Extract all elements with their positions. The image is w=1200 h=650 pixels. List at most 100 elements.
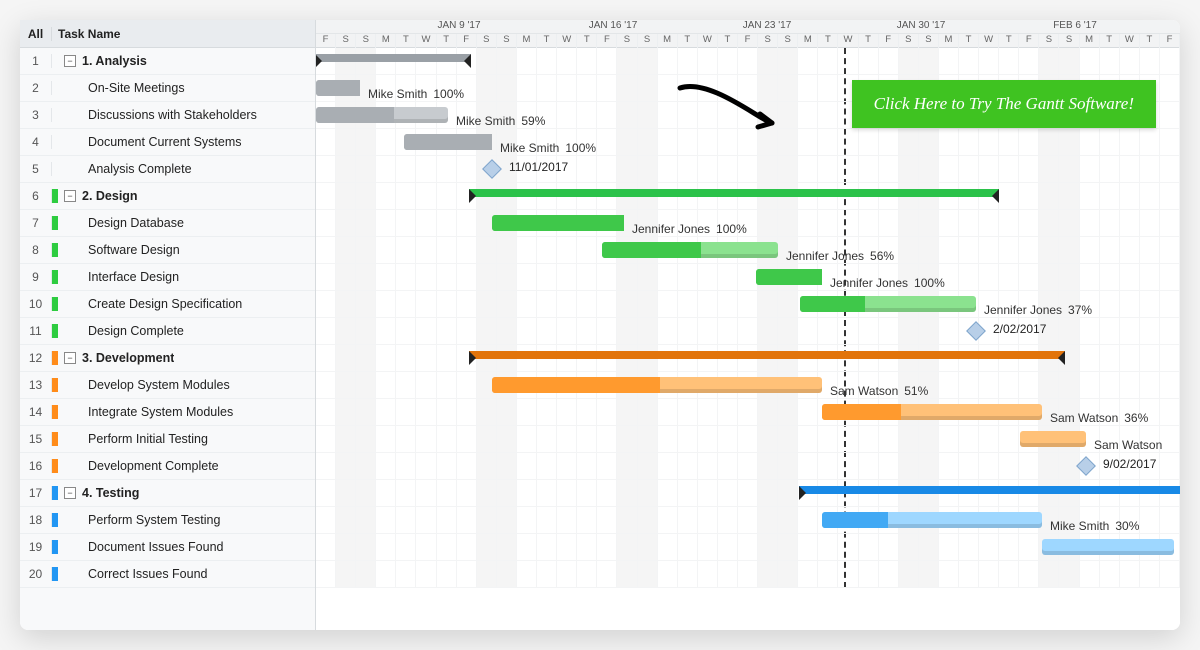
summary-bar[interactable]	[470, 189, 998, 197]
col-header-all[interactable]: All	[20, 27, 52, 41]
day-label: T	[678, 34, 698, 48]
task-bar[interactable]: Jennifer Jones56%	[602, 242, 778, 258]
day-label: S	[638, 34, 658, 48]
task-row[interactable]: 14Integrate System Modules	[20, 399, 315, 426]
task-row[interactable]: 2On-Site Meetings	[20, 75, 315, 102]
task-name-cell: Development Complete	[52, 459, 219, 473]
assignee-name: Jennifer Jones	[830, 276, 908, 290]
task-bar[interactable]: Sam Watson36%	[822, 404, 1042, 420]
task-name-cell: On-Site Meetings	[52, 81, 185, 95]
task-row[interactable]: 16Development Complete	[20, 453, 315, 480]
row-number: 5	[20, 162, 52, 176]
row-number: 18	[20, 513, 52, 527]
task-name-cell: Create Design Specification	[52, 297, 242, 311]
task-row[interactable]: 5Analysis Complete	[20, 156, 315, 183]
day-label: S	[497, 34, 517, 48]
week-label: JAN 9 '17	[382, 20, 536, 33]
collapse-button[interactable]: −	[64, 352, 76, 364]
milestone-date: 9/02/2017	[1103, 457, 1156, 471]
assignee-name: Jennifer Jones	[984, 303, 1062, 317]
task-row[interactable]: 1−1. Analysis	[20, 48, 315, 75]
task-row[interactable]: 17−4. Testing	[20, 480, 315, 507]
summary-bar[interactable]	[470, 351, 1064, 359]
summary-bar[interactable]	[800, 486, 1180, 494]
assignee-name: Jennifer Jones	[786, 249, 864, 263]
task-row[interactable]: 19Document Issues Found	[20, 534, 315, 561]
task-bar[interactable]: Sam Watson51%	[492, 377, 822, 393]
collapse-button[interactable]: −	[64, 55, 76, 67]
task-progress	[822, 404, 901, 420]
task-progress	[316, 107, 394, 123]
row-number: 8	[20, 243, 52, 257]
milestone-diamond[interactable]	[482, 159, 502, 179]
col-header-task-name[interactable]: Task Name	[52, 27, 315, 41]
task-row[interactable]: 7Design Database	[20, 210, 315, 237]
day-label: W	[1120, 34, 1140, 48]
task-row[interactable]: 15Perform Initial Testing	[20, 426, 315, 453]
week-label: FEB 13 '17	[1152, 20, 1180, 33]
task-row[interactable]: 4Document Current Systems	[20, 129, 315, 156]
task-name-cell: 2. Design	[76, 189, 138, 203]
timeline-row	[316, 183, 1180, 210]
week-label: FEB 6 '17	[998, 20, 1152, 33]
day-label: M	[939, 34, 959, 48]
row-number: 12	[20, 351, 52, 365]
milestone-diamond[interactable]	[1076, 456, 1096, 476]
task-name-cell: Design Complete	[52, 324, 184, 338]
week-label: JAN 30 '17	[844, 20, 998, 33]
row-number: 19	[20, 540, 52, 554]
day-label: S	[1039, 34, 1059, 48]
progress-percent: 100%	[716, 222, 747, 236]
day-label: T	[577, 34, 597, 48]
row-number: 16	[20, 459, 52, 473]
cta-banner[interactable]: Click Here to Try The Gantt Software!	[852, 80, 1156, 128]
task-name-cell: Interface Design	[52, 270, 179, 284]
task-bar[interactable]: Mike Smith59%	[316, 107, 448, 123]
assignee-name: Mike Smith	[500, 141, 559, 155]
day-label: T	[396, 34, 416, 48]
collapse-button[interactable]: −	[64, 487, 76, 499]
timeline-row	[316, 561, 1180, 588]
task-row[interactable]: 18Perform System Testing	[20, 507, 315, 534]
task-name-cell: Analysis Complete	[52, 162, 192, 176]
task-bar[interactable]: Sam Watson	[1020, 431, 1086, 447]
summary-bar[interactable]	[316, 54, 470, 62]
task-row[interactable]: 3Discussions with Stakeholders	[20, 102, 315, 129]
task-row[interactable]: 13Develop System Modules	[20, 372, 315, 399]
collapse-button[interactable]: −	[64, 190, 76, 202]
task-progress	[404, 134, 492, 150]
timeline-row: 9/02/2017	[316, 453, 1180, 480]
task-rows: 1−1. Analysis2On-Site Meetings3Discussio…	[20, 48, 315, 588]
task-bar[interactable]: Jennifer Jones100%	[492, 215, 624, 231]
task-bar[interactable]: Mike Smith100%	[404, 134, 492, 150]
task-row[interactable]: 8Software Design	[20, 237, 315, 264]
task-bar[interactable]: Jennifer Jones100%	[756, 269, 822, 285]
assignee-name: Sam Watson	[830, 384, 898, 398]
task-name-cell: Correct Issues Found	[52, 567, 208, 581]
task-bar[interactable]: Mike Smith30%	[822, 512, 1042, 528]
progress-percent: 56%	[870, 249, 894, 263]
task-row[interactable]: 12−3. Development	[20, 345, 315, 372]
task-bar[interactable]: Mike Smith100%	[316, 80, 360, 96]
task-name-cell: Design Database	[52, 216, 184, 230]
task-row[interactable]: 20Correct Issues Found	[20, 561, 315, 588]
day-label: S	[336, 34, 356, 48]
progress-percent: 100%	[433, 87, 464, 101]
task-row[interactable]: 11Design Complete	[20, 318, 315, 345]
task-row[interactable]: 9Interface Design	[20, 264, 315, 291]
row-number: 7	[20, 216, 52, 230]
timeline-row: Jennifer Jones37%	[316, 291, 1180, 318]
task-row[interactable]: 10Create Design Specification	[20, 291, 315, 318]
milestone-diamond[interactable]	[966, 321, 986, 341]
row-number: 4	[20, 135, 52, 149]
day-label: T	[818, 34, 838, 48]
task-progress	[756, 269, 822, 285]
gantt-app-window: All Task Name 1−1. Analysis2On-Site Meet…	[20, 20, 1180, 630]
task-row[interactable]: 6−2. Design	[20, 183, 315, 210]
day-label: T	[1100, 34, 1120, 48]
task-table-header: All Task Name	[20, 20, 315, 48]
day-label: F	[597, 34, 617, 48]
timeline-header: JAN 9 '17JAN 16 '17JAN 23 '17JAN 30 '17F…	[316, 20, 1180, 48]
task-bar[interactable]: Jennifer Jones37%	[800, 296, 976, 312]
task-bar[interactable]: Mik	[1042, 539, 1174, 555]
